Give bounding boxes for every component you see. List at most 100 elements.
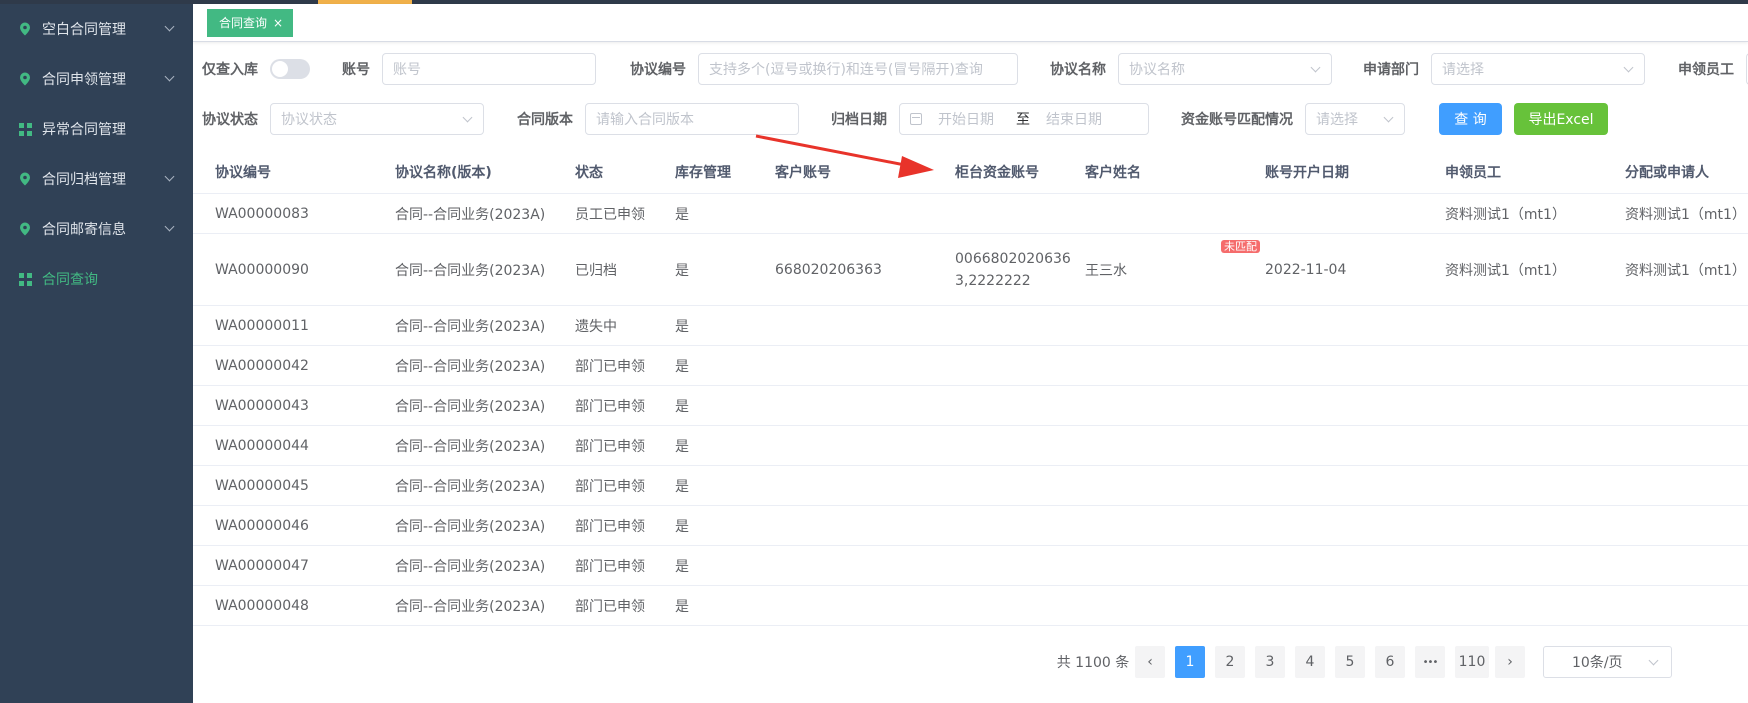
page-110[interactable]: 110 <box>1455 646 1489 678</box>
col-counter-account: 柜台资金账号 <box>955 164 1039 181</box>
tab-bar: 合同查询 × <box>193 4 1748 42</box>
location-pin-icon <box>18 72 32 86</box>
tab-contract-query[interactable]: 合同查询 × <box>207 8 294 37</box>
end-date-placeholder[interactable]: 结束日期 <box>1046 109 1102 129</box>
start-date-placeholder[interactable]: 开始日期 <box>938 109 994 129</box>
cell-protocol-no: WA00000043 <box>215 397 309 414</box>
query-button[interactable]: 查 询 <box>1439 103 1502 135</box>
chevron-down-icon <box>462 112 473 123</box>
version-placeholder: 请输入合同版本 <box>596 112 694 128</box>
table-row: WA00000044 合同--合同业务(2023A) 部门已申领 是 <box>193 426 1748 466</box>
table-header: 协议编号 协议名称(版本) 状态 库存管理 客户账号 柜台资金账号 客户姓名 账… <box>193 150 1748 194</box>
cell-staff: 资料测试1（mt1） <box>1445 262 1566 279</box>
dept-select[interactable]: 请选择 <box>1431 53 1645 85</box>
cell-protocol-no: WA00000047 <box>215 557 309 574</box>
table-row: WA00000011 合同--合同业务(2023A) 遗失中 是 <box>193 306 1748 346</box>
version-label: 合同版本 <box>517 112 573 128</box>
cell-stock: 是 <box>675 358 689 375</box>
grid-icon <box>18 122 32 136</box>
page-5[interactable]: 5 <box>1335 646 1365 678</box>
only-stored-label: 仅查入库 <box>202 62 258 78</box>
contract-table: 协议编号 协议名称(版本) 状态 库存管理 客户账号 柜台资金账号 客户姓名 账… <box>193 150 1748 626</box>
cell-stock: 是 <box>675 438 689 455</box>
cell-stock: 是 <box>675 318 689 335</box>
dept-label: 申请部门 <box>1363 62 1419 78</box>
archive-date-label: 归档日期 <box>831 112 887 128</box>
col-customer-account: 客户账号 <box>775 164 831 181</box>
chevron-down-icon <box>164 171 175 182</box>
cell-protocol-no: WA00000045 <box>215 477 309 494</box>
match-select[interactable]: 请选择 <box>1305 103 1405 135</box>
sidebar-item-label: 合同邮寄信息 <box>42 222 126 238</box>
chevron-down-icon <box>164 21 175 32</box>
cell-assignee: 资料测试1（mt1） <box>1625 262 1746 279</box>
version-input[interactable]: 请输入合同版本 <box>585 103 799 135</box>
table-row: WA00000047 合同--合同业务(2023A) 部门已申领 是 <box>193 546 1748 586</box>
archive-date-range[interactable]: 开始日期 至 结束日期 <box>899 103 1149 135</box>
page-size-select[interactable]: 10条/页 <box>1543 646 1672 678</box>
cell-customer-name: 王三水 <box>1085 262 1127 279</box>
sidebar-item-blank-contract[interactable]: 空白合同管理 <box>0 4 193 54</box>
only-stored-toggle[interactable] <box>270 59 310 79</box>
col-stock: 库存管理 <box>675 164 731 181</box>
chevron-down-icon <box>1623 62 1634 73</box>
col-assignee: 分配或申请人 <box>1625 164 1709 181</box>
cell-status: 已归档 <box>575 262 617 279</box>
pagination: 共 1100 条 ‹ 1 2 3 4 5 6 ••• 110 › 10条/页 <box>193 646 1748 678</box>
sidebar-item-label: 空白合同管理 <box>42 22 126 38</box>
export-excel-button[interactable]: 导出Excel <box>1514 103 1608 135</box>
col-customer-name: 客户姓名 <box>1085 164 1141 181</box>
next-page-button[interactable]: › <box>1495 646 1525 678</box>
page-size-label: 10条/页 <box>1572 655 1623 671</box>
table-row: WA00000090 合同--合同业务(2023A) 已归档 是 66802020636… <box>193 234 1748 306</box>
counter-account-line: 3,2222222 <box>955 272 1031 289</box>
protocol-no-textarea[interactable]: 支持多个(逗号或换行)和连号(冒号隔开)查询 <box>698 53 1018 85</box>
staff-label: 申领员工 <box>1678 62 1734 78</box>
prev-page-button[interactable]: ‹ <box>1135 646 1165 678</box>
cell-status: 员工已申领 <box>575 206 645 223</box>
cell-protocol-name: 合同--合同业务(2023A) <box>395 318 546 335</box>
sidebar-item-apply-contract[interactable]: 合同申领管理 <box>0 54 193 104</box>
more-pages-button[interactable]: ••• <box>1415 646 1445 678</box>
date-separator: 至 <box>1016 112 1030 128</box>
account-input[interactable]: 账号 <box>382 53 596 85</box>
location-pin-icon <box>18 172 32 186</box>
cell-protocol-no: WA00000048 <box>215 597 309 614</box>
grid-icon <box>18 272 32 286</box>
status-select[interactable]: 协议状态 <box>270 103 484 135</box>
page-3[interactable]: 3 <box>1255 646 1285 678</box>
sidebar-item-label: 合同申领管理 <box>42 72 126 88</box>
cell-protocol-no: WA00000042 <box>215 357 309 374</box>
status-placeholder: 协议状态 <box>281 112 337 128</box>
unmatched-badge: 未匹配 <box>1221 240 1260 253</box>
cell-status: 部门已申领 <box>575 438 645 455</box>
chevron-down-icon <box>1648 655 1659 666</box>
protocol-name-select[interactable]: 协议名称 <box>1118 53 1332 85</box>
cell-protocol-no: WA00000046 <box>215 517 309 534</box>
cell-protocol-name: 合同--合同业务(2023A) <box>395 598 546 615</box>
page-4[interactable]: 4 <box>1295 646 1325 678</box>
location-pin-icon <box>18 222 32 236</box>
main-content: 合同查询 × 仅查入库 账号 账号 协议编号 支持多个(逗号或换行)和连号(冒号… <box>193 4 1748 703</box>
table-row: WA00000048 合同--合同业务(2023A) 部门已申领 是 <box>193 586 1748 626</box>
cell-stock: 是 <box>675 398 689 415</box>
sidebar-item-abnormal-contract[interactable]: 异常合同管理 <box>0 104 193 154</box>
chevron-down-icon <box>164 71 175 82</box>
cell-protocol-name: 合同--合同业务(2023A) <box>395 206 546 223</box>
location-pin-icon <box>18 22 32 36</box>
page-2[interactable]: 2 <box>1215 646 1245 678</box>
cell-stock: 是 <box>675 558 689 575</box>
chevron-down-icon <box>1310 62 1321 73</box>
cell-stock: 是 <box>675 206 689 223</box>
sidebar-item-label: 合同查询 <box>42 272 98 288</box>
cell-protocol-name: 合同--合同业务(2023A) <box>395 358 546 375</box>
sidebar-item-mail-info[interactable]: 合同邮寄信息 <box>0 204 193 254</box>
cell-stock: 是 <box>675 518 689 535</box>
page-6[interactable]: 6 <box>1375 646 1405 678</box>
cell-status: 部门已申领 <box>575 518 645 535</box>
cell-protocol-name: 合同--合同业务(2023A) <box>395 518 546 535</box>
sidebar-item-archive-contract[interactable]: 合同归档管理 <box>0 154 193 204</box>
close-icon[interactable]: × <box>273 16 283 30</box>
page-1[interactable]: 1 <box>1175 646 1205 678</box>
sidebar-item-contract-query[interactable]: 合同查询 <box>0 254 193 304</box>
